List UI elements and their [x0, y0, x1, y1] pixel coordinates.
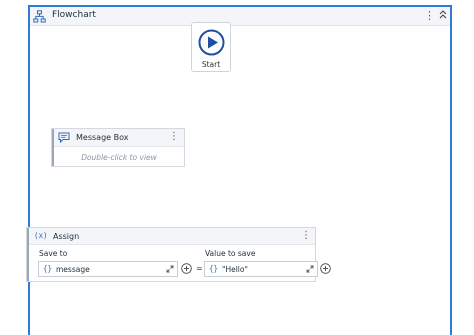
- variable-icon: (x): [34, 231, 48, 240]
- message-icon: [58, 132, 70, 143]
- save-to-value: message: [56, 265, 90, 274]
- expression-brace-icon: {}: [209, 264, 219, 273]
- value-to-save-label: Value to save: [205, 249, 256, 258]
- start-node[interactable]: Start: [191, 22, 231, 72]
- assign-activity[interactable]: (x) Assign ⋮ Save to Value to save {} me…: [26, 227, 331, 282]
- message-box-menu-button[interactable]: ⋮: [169, 130, 179, 144]
- message-box-title: Message Box: [76, 133, 129, 142]
- flowchart-menu-button[interactable]: ⋮: [424, 9, 435, 23]
- equals-sign: =: [196, 264, 203, 273]
- flowchart-icon: [33, 10, 46, 23]
- expression-brace-icon: {}: [43, 264, 53, 273]
- play-circle-icon: [198, 29, 225, 56]
- save-to-field[interactable]: {} message: [38, 261, 178, 277]
- message-box-hint: Double-click to view: [81, 153, 157, 162]
- expand-icon[interactable]: [306, 265, 314, 273]
- flowchart-header: Flowchart ⋮: [30, 7, 450, 26]
- flowchart-title: Flowchart: [52, 10, 96, 20]
- assign-header: (x) Assign ⋮: [29, 228, 315, 245]
- chevrons-up-icon[interactable]: [438, 8, 448, 22]
- flowchart-container: Flowchart ⋮: [28, 5, 452, 335]
- message-box-header: Message Box ⋮: [54, 129, 184, 147]
- start-label: Start: [201, 60, 221, 69]
- message-box-activity[interactable]: Message Box ⋮ Double-click to view: [51, 128, 185, 167]
- add-expression-icon[interactable]: [320, 263, 331, 274]
- value-to-save-field[interactable]: {} "Hello": [204, 261, 318, 277]
- expand-icon[interactable]: [166, 265, 174, 273]
- assign-menu-button[interactable]: ⋮: [301, 229, 311, 243]
- save-to-label: Save to: [39, 249, 68, 258]
- add-variable-icon[interactable]: [181, 263, 192, 274]
- assign-title: Assign: [53, 232, 80, 241]
- value-to-save-value: "Hello": [222, 265, 248, 274]
